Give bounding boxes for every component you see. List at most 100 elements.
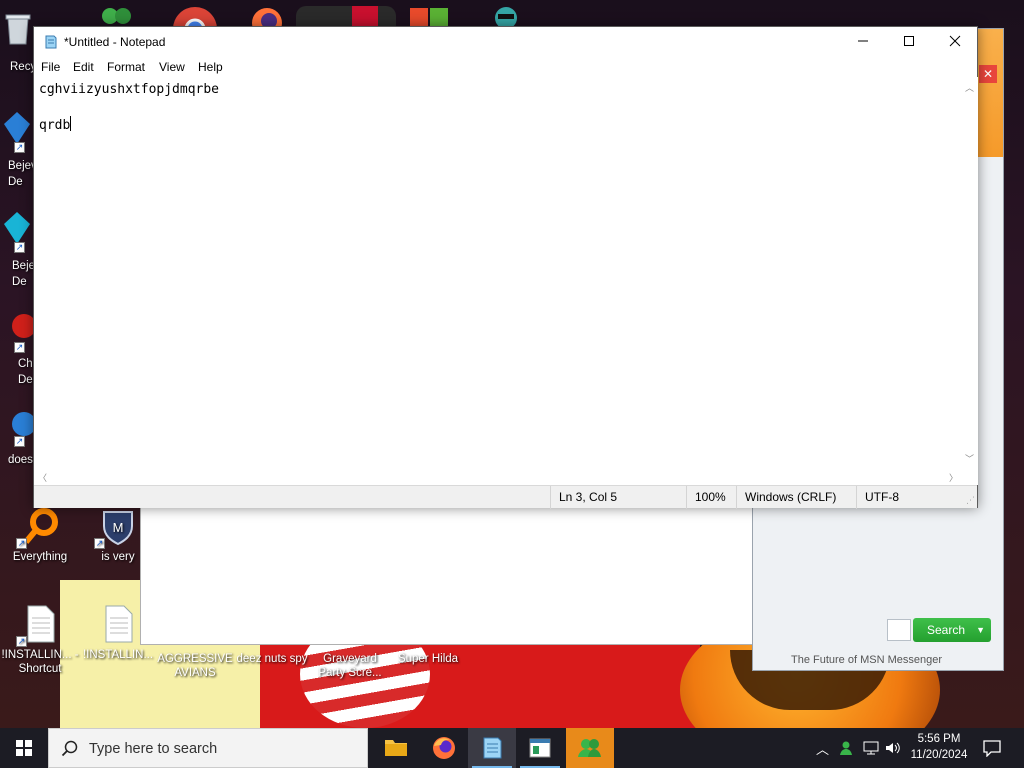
shortcut-arrow-icon: ↗ bbox=[14, 242, 25, 253]
shortcut-arrow-icon: ↗ bbox=[16, 538, 27, 549]
messenger-people-icon bbox=[578, 739, 601, 757]
notepad-icon bbox=[45, 35, 57, 49]
desktop-icon-label: AGGRESSIVE AVIANS bbox=[157, 653, 233, 679]
desktop-icon-label: Beje De bbox=[12, 260, 36, 288]
msn-search-input[interactable] bbox=[887, 619, 911, 641]
taskbar-notepad[interactable] bbox=[468, 728, 516, 768]
status-position: Ln 3, Col 5 bbox=[550, 486, 686, 509]
installing-shortcut-desktop-icon[interactable]: ↗ !INSTALLIN... - Shortcut bbox=[0, 604, 80, 676]
app-partial-icon-red bbox=[296, 6, 396, 28]
chrome-like-desktop-icon[interactable]: ↗ Ch De bbox=[0, 308, 36, 388]
deez-nuts-spy-desktop-icon[interactable]: deez nuts spy bbox=[232, 652, 312, 666]
desktop-icon-label: Graveyard Party Scre... bbox=[318, 653, 382, 679]
shortcut-arrow-icon: ↗ bbox=[14, 142, 25, 153]
windows-flag-partial-icon bbox=[410, 8, 450, 28]
menu-file[interactable]: File bbox=[41, 60, 60, 74]
status-line-ending: Windows (CRLF) bbox=[736, 486, 856, 509]
close-icon bbox=[949, 35, 961, 47]
network-icon[interactable] bbox=[862, 740, 880, 756]
scroll-left-icon[interactable]: 〈 bbox=[38, 471, 47, 484]
taskbar-app-window[interactable] bbox=[516, 728, 564, 768]
clock-time: 5:56 PM bbox=[917, 733, 961, 745]
menu-bar: File Edit Format View Help bbox=[34, 57, 977, 77]
window-app-icon bbox=[529, 738, 551, 758]
minimize-icon bbox=[858, 40, 868, 42]
chevron-down-icon[interactable]: ▼ bbox=[976, 618, 985, 642]
desktop-icon-label: deez nuts spy bbox=[236, 653, 308, 665]
search-placeholder: Type here to search bbox=[89, 741, 218, 757]
firefox-icon bbox=[433, 737, 455, 759]
notification-center-icon[interactable] bbox=[982, 739, 1002, 757]
notepad-titlebar[interactable]: *Untitled - Notepad bbox=[34, 27, 977, 57]
clock-date: 11/20/2024 bbox=[910, 749, 968, 761]
scroll-right-icon[interactable]: 〉 bbox=[949, 471, 958, 484]
desktop-icon-label: Everything bbox=[12, 551, 68, 563]
status-bar: Ln 3, Col 5 100% Windows (CRLF) UTF-8 ⋰ bbox=[34, 485, 977, 509]
menu-edit[interactable]: Edit bbox=[73, 60, 94, 74]
minimize-button[interactable] bbox=[840, 27, 886, 57]
close-button[interactable] bbox=[932, 27, 978, 57]
scrollbar-corner bbox=[962, 469, 978, 485]
taskbar-file-explorer[interactable] bbox=[372, 728, 420, 768]
vertical-scrollbar[interactable]: ︿ ﹀ bbox=[962, 77, 978, 469]
windows-logo-icon bbox=[16, 740, 32, 756]
tray-chevron-up-icon[interactable]: ︿ bbox=[816, 739, 829, 758]
scroll-down-icon[interactable]: ﹀ bbox=[965, 452, 974, 465]
horizontal-scrollbar[interactable]: 〈 〉 bbox=[34, 469, 962, 485]
everything-desktop-icon[interactable]: ↗ Everything bbox=[0, 506, 80, 564]
taskbar-clock[interactable]: 5:56 PM 11/20/2024 bbox=[900, 731, 978, 763]
text-editor[interactable]: cghviizyushxtfopjdmqrbe qrdb bbox=[34, 77, 962, 469]
maximize-button[interactable] bbox=[886, 27, 932, 57]
editor-line-text: qrdb bbox=[39, 118, 71, 133]
desktop-icon-label: is very bbox=[101, 551, 135, 563]
window-title: *Untitled - Notepad bbox=[64, 35, 166, 49]
taskbar-msn-messenger[interactable] bbox=[566, 728, 614, 768]
does-desktop-icon[interactable]: ↗ does bbox=[0, 406, 36, 470]
taskbar-search-box[interactable]: Type here to search bbox=[48, 728, 368, 768]
bejeweled-desktop-icon-1[interactable]: ↗ Bejev De bbox=[0, 108, 37, 188]
shortcut-arrow-icon: ↗ bbox=[16, 636, 27, 647]
menu-format[interactable]: Format bbox=[107, 60, 145, 74]
desktop-icon-label: Super Hilda bbox=[397, 653, 459, 665]
folder-icon bbox=[385, 740, 407, 756]
menu-view[interactable]: View bbox=[159, 60, 185, 74]
msn-search-button[interactable]: Search ▼ bbox=[913, 618, 991, 642]
resize-grip-icon[interactable]: ⋰ bbox=[966, 495, 975, 506]
shortcut-arrow-icon: ↗ bbox=[94, 538, 105, 549]
firefox-partial-icon bbox=[250, 6, 284, 28]
notepad-window: *Untitled - Notepad File Edit Format Vie… bbox=[33, 26, 978, 509]
shortcut-arrow-icon: ↗ bbox=[14, 436, 25, 447]
editor-line: cghviizyushxtfopjdmqrbe bbox=[39, 82, 220, 97]
text-caret bbox=[70, 116, 72, 131]
start-button[interactable] bbox=[0, 728, 48, 768]
desktop-icon-label: !INSTALLIN... - Shortcut bbox=[1, 649, 79, 675]
super-hilda-desktop-icon[interactable]: Super Hilda bbox=[388, 652, 468, 666]
people-app-partial-icon bbox=[96, 6, 136, 28]
text-file-icon bbox=[105, 605, 133, 643]
aggressive-avians-desktop-icon[interactable]: AGGRESSIVE AVIANS bbox=[155, 652, 235, 680]
menu-help[interactable]: Help bbox=[198, 60, 223, 74]
character-partial-icon bbox=[486, 6, 526, 29]
desktop-icon-label: Ch De bbox=[18, 358, 33, 386]
editor-line-current: qrdb bbox=[39, 116, 957, 134]
status-encoding: UTF-8 bbox=[856, 486, 966, 509]
bejeweled-desktop-icon-2[interactable]: ↗ Beje De bbox=[0, 208, 36, 288]
svg-text:M: M bbox=[113, 520, 124, 535]
shortcut-arrow-icon: ↗ bbox=[14, 342, 25, 353]
msn-search-label: Search bbox=[927, 623, 966, 637]
graveyard-party-desktop-icon[interactable]: Graveyard Party Scre... bbox=[310, 652, 390, 680]
msn-footer-text: The Future of MSN Messenger bbox=[791, 654, 943, 666]
search-icon bbox=[61, 740, 78, 757]
maximize-icon bbox=[904, 36, 914, 46]
taskbar-firefox[interactable] bbox=[420, 728, 468, 768]
status-zoom: 100% bbox=[686, 486, 736, 509]
scroll-up-icon[interactable]: ︿ bbox=[965, 81, 974, 94]
notepad-icon bbox=[483, 737, 502, 759]
msn-close-icon[interactable]: ✕ bbox=[979, 65, 997, 83]
desktop-icon-label: !INSTALLIN... bbox=[82, 649, 154, 661]
desktop-icon-label: does bbox=[8, 454, 33, 466]
chrome-partial-icon bbox=[172, 6, 218, 28]
messenger-tray-icon[interactable] bbox=[838, 740, 854, 756]
taskbar: Type here to search ︿ 5:56 PM 11/20/2024 bbox=[0, 728, 1024, 768]
